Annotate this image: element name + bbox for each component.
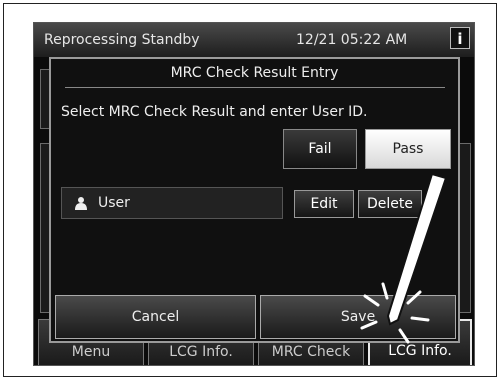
stylus-pointer-icon [360,172,448,344]
